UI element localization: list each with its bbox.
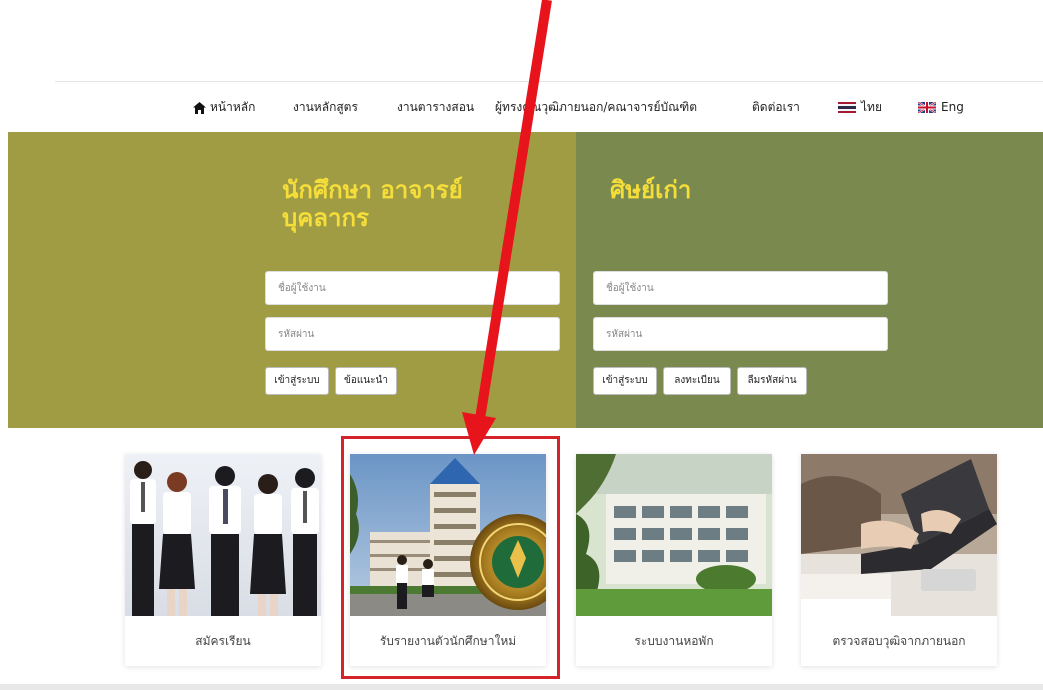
annotation-arrow [462, 0, 552, 455]
bottom-bar [0, 684, 1043, 690]
